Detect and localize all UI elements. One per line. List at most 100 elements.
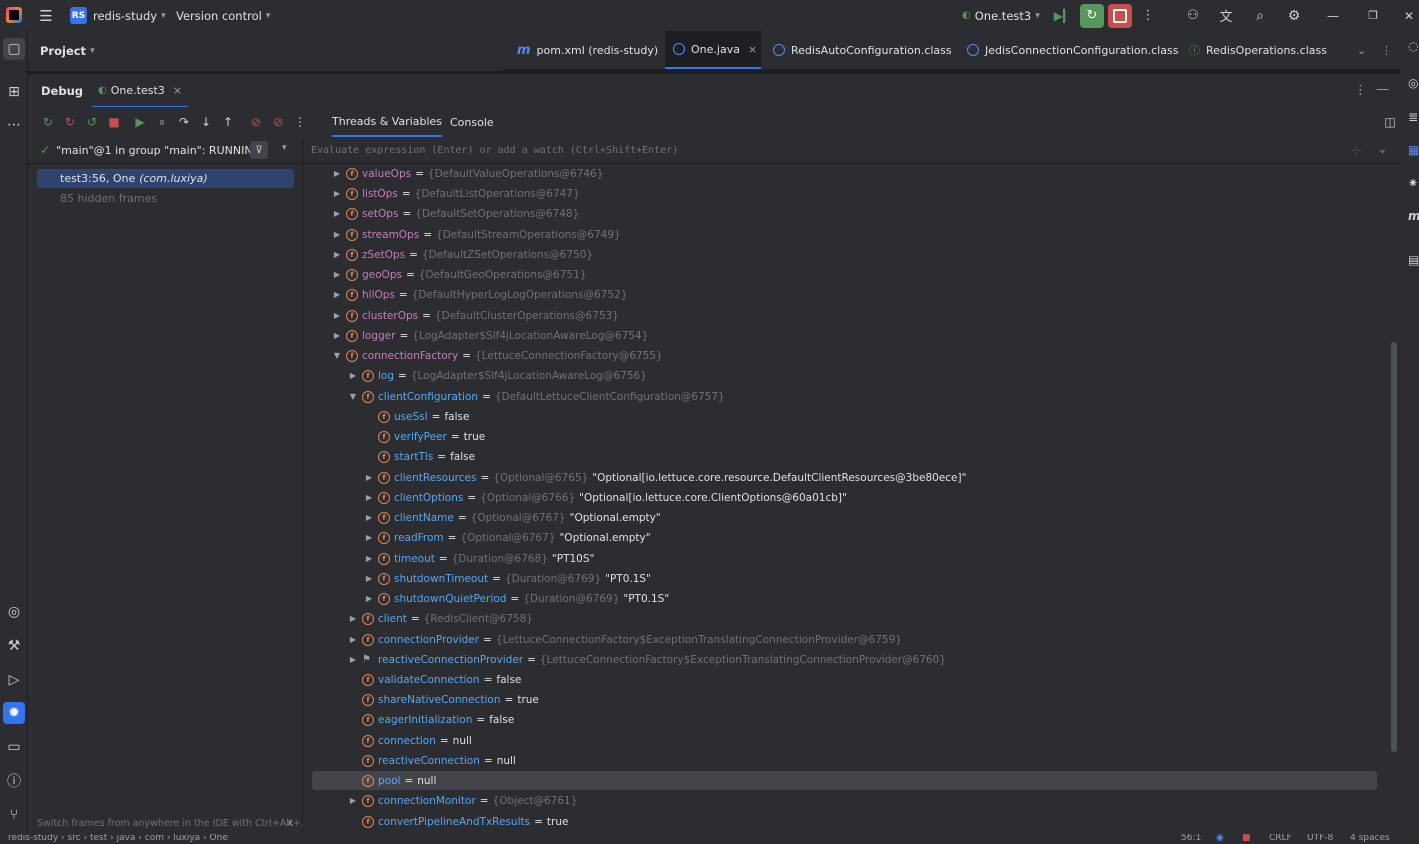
hide-panel-icon[interactable]: — — [1376, 82, 1389, 97]
rerun-icon[interactable]: ↻ — [40, 114, 56, 130]
database-icon[interactable]: ≣ — [1408, 110, 1419, 124]
chevron-right-icon[interactable]: ▶ — [331, 230, 343, 239]
breadcrumb-item[interactable]: One — [210, 834, 228, 843]
variable-row[interactable]: f eagerInitialization = false — [347, 710, 514, 729]
build-hammer-icon[interactable]: ⚒ — [3, 635, 25, 657]
rerun-debug-button[interactable]: ↻ — [1080, 3, 1104, 28]
view-breakpoints-icon[interactable]: ⊘ — [248, 114, 264, 130]
more-options-icon[interactable]: ⋮ — [1354, 83, 1367, 98]
variable-row[interactable]: f verifyPeer = true — [363, 427, 485, 446]
intellij-logo-icon[interactable] — [6, 7, 22, 23]
hidden-frames-item[interactable]: 85 hidden frames — [37, 189, 294, 208]
file-encoding[interactable]: UTF-8 — [1307, 834, 1333, 843]
chevron-right-icon[interactable]: ▶ — [363, 594, 375, 603]
tab-pom-xml[interactable]: m pom.xml (redis-study) — [509, 31, 661, 69]
maven-icon[interactable]: m — [1408, 209, 1419, 223]
run-config-selector[interactable]: ◐ One.test3 ▾ — [962, 0, 1040, 31]
variable-row[interactable]: ▶ f hllOps = {DefaultHyperLogLogOperations@6… — [331, 285, 627, 304]
variable-row[interactable]: ▶ f readFrom = {Optional@6767} "Optional.empt… — [363, 528, 651, 547]
variable-row[interactable]: ▶ f log = {LogAdapter$Slf4jLocationAwareLog@… — [347, 366, 647, 385]
windows-icon[interactable]: ■ — [1242, 834, 1251, 843]
git-icon[interactable]: ⑂ — [3, 804, 25, 826]
breadcrumb-item[interactable]: redis-study — [8, 834, 58, 843]
chevron-right-icon[interactable]: ▶ — [347, 655, 359, 664]
chevron-down-icon[interactable]: ▼ — [331, 351, 343, 360]
tab-redis-operations[interactable]: ⓘ RedisOperations.class — [1181, 31, 1341, 69]
chevron-right-icon[interactable]: ▶ — [363, 574, 375, 583]
chevron-right-icon[interactable]: ▶ — [331, 331, 343, 340]
search-icon[interactable]: ⌕ — [1251, 0, 1269, 31]
chevron-right-icon[interactable]: ▶ — [331, 189, 343, 198]
caret-position[interactable]: 56:1 — [1181, 834, 1201, 843]
variable-row[interactable]: ▼ f connectionFactory = {LettuceConnectionFa… — [331, 346, 663, 365]
evaluate-expression-input[interactable]: Evaluate expression (Enter) or add a wat… — [303, 137, 1400, 164]
variable-row[interactable]: ▶ f setOps = {DefaultSetOperations@6748} — [331, 204, 579, 223]
variable-row[interactable]: ▶ f clientName = {Optional@6767} "Optional.em… — [363, 508, 661, 527]
tab-one-java[interactable]: One.java × — [665, 31, 761, 69]
close-icon[interactable]: × — [173, 84, 182, 97]
chevron-right-icon[interactable]: ▶ — [331, 311, 343, 320]
more-debug-actions-icon[interactable]: ⋮ — [292, 114, 308, 130]
breadcrumb-item[interactable]: com — [145, 834, 164, 843]
tab-jedis-connection-configuration[interactable]: JedisConnectionConfiguration.class — [959, 31, 1181, 69]
variable-row[interactable]: ▶ f geoOps = {DefaultGeoOperations@6751} — [331, 265, 586, 284]
filter-icon[interactable]: ⊽ — [250, 141, 268, 159]
close-icon[interactable]: × — [286, 818, 294, 829]
variable-row[interactable]: f useSsl = false — [363, 407, 469, 426]
line-separator[interactable]: CRLF — [1269, 834, 1292, 843]
variable-row[interactable]: ▶ f valueOps = {DefaultValueOperations@6746} — [331, 164, 603, 183]
indent-setting[interactable]: 4 spaces — [1350, 834, 1390, 843]
project-panel-header[interactable]: Project ▾ — [28, 31, 503, 71]
variable-row[interactable]: ▶ f shutdownTimeout = {Duration@6769} "PT0.1S… — [363, 569, 651, 588]
problems-icon[interactable]: ⓘ — [3, 770, 25, 792]
close-window-icon[interactable]: ✕ — [1402, 0, 1416, 31]
variable-row[interactable]: ▶ f client = {RedisClient@6758} — [347, 609, 533, 628]
step-out-icon[interactable]: ↑ — [220, 114, 236, 130]
breadcrumb-item[interactable]: luxiya — [173, 834, 200, 843]
structure-icon[interactable]: ⊞ — [3, 81, 25, 103]
ai-assistant-icon[interactable]: ◎ — [1408, 76, 1419, 90]
close-icon[interactable]: × — [748, 43, 757, 56]
variable-row[interactable]: f convertPipelineAndTxResults = true — [347, 812, 568, 831]
project-selector[interactable]: RS redis-study ▾ — [70, 0, 166, 31]
gradle-icon[interactable]: ✷ — [1408, 176, 1419, 190]
thread-selector[interactable]: ✓ "main"@1 in group "main": RUNNING ⊽ ▾ — [28, 137, 303, 164]
variable-row[interactable]: ▶ ⚑ reactiveConnectionProvider = {LettuceCon… — [347, 650, 946, 669]
translate-icon[interactable]: 文 — [1217, 0, 1235, 31]
breadcrumb-item[interactable]: java — [117, 834, 136, 843]
breadcrumb-item[interactable]: src — [67, 834, 80, 843]
debug-session-tab[interactable]: ◐ One.test3 × — [92, 74, 188, 108]
add-watch-icon[interactable]: ⊹ — [1351, 143, 1361, 157]
chevron-right-icon[interactable]: ▶ — [363, 533, 375, 542]
variable-row[interactable]: ▶ f clientResources = {Optional@6765} "Option… — [363, 468, 966, 487]
resume-program-icon[interactable]: ▶ — [132, 114, 148, 130]
variable-row[interactable]: f startTls = false — [363, 447, 475, 466]
stop-button[interactable] — [1108, 3, 1132, 28]
main-menu-icon[interactable]: ☰ — [37, 0, 55, 31]
chevron-right-icon[interactable]: ▶ — [331, 209, 343, 218]
settings-gear-icon[interactable]: ⚙ — [1285, 0, 1303, 31]
copilot-icon[interactable]: ◉ — [1216, 834, 1224, 843]
tab-console[interactable]: Console — [450, 107, 494, 137]
project-folder-icon[interactable]: ▢ — [3, 38, 25, 60]
tabs-more-icon[interactable]: ⋮ — [1373, 31, 1393, 69]
variable-row[interactable]: f connection = null — [347, 731, 472, 750]
frame-item[interactable]: test3:56, One (com.luxiya) — [37, 169, 294, 188]
tabs-dropdown-icon[interactable]: ⌄ — [1349, 31, 1369, 69]
variable-row[interactable]: f shareNativeConnection = true — [347, 690, 539, 709]
chevron-right-icon[interactable]: ▶ — [347, 614, 359, 623]
coverage-icon[interactable]: ▦ — [1408, 143, 1419, 157]
run-icon[interactable]: ▷ — [3, 669, 25, 691]
chevron-right-icon[interactable]: ▶ — [331, 169, 343, 178]
variable-row[interactable]: ▶ f connectionMonitor = {Object@6761} — [347, 791, 577, 810]
translate-panel-icon[interactable]: ▤ — [1408, 253, 1419, 267]
chevron-down-icon[interactable]: ▾ — [282, 143, 287, 153]
version-control-menu[interactable]: Version control ▾ — [176, 0, 270, 31]
history-dropdown-icon[interactable]: ⌄ — [1379, 142, 1386, 155]
chevron-right-icon[interactable]: ▶ — [331, 250, 343, 259]
mute-breakpoints-icon[interactable]: ⊘ — [270, 114, 286, 130]
variable-row[interactable]: f validateConnection = false — [347, 670, 521, 689]
chevron-down-icon[interactable]: ▼ — [347, 392, 359, 401]
chevron-right-icon[interactable]: ▶ — [331, 270, 343, 279]
restore-icon[interactable]: ❐ — [1366, 0, 1380, 31]
